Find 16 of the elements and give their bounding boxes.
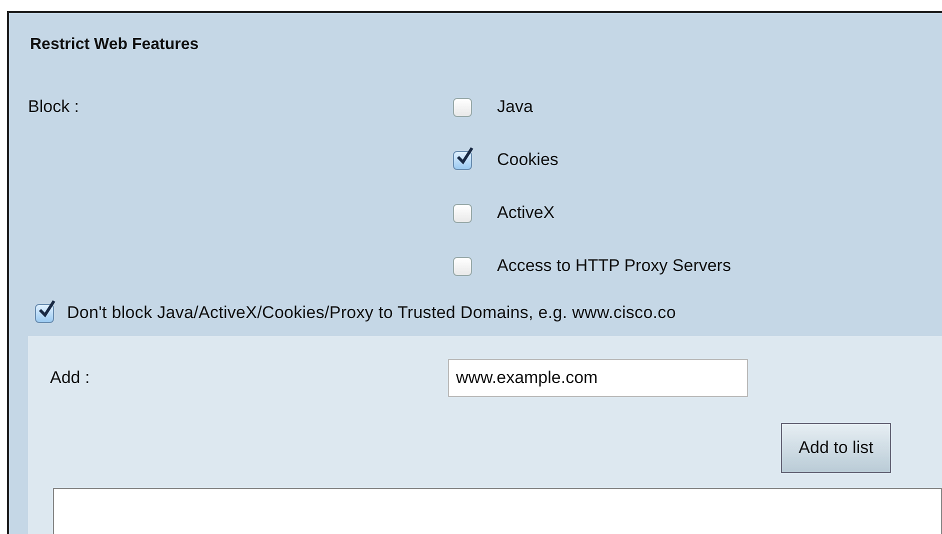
checkbox[interactable] bbox=[453, 98, 472, 116]
checkbox[interactable] bbox=[453, 256, 472, 276]
checkmark-icon bbox=[37, 300, 57, 320]
checkbox-label: ActiveX bbox=[497, 203, 555, 223]
section-title: Restrict Web Features bbox=[29, 35, 200, 54]
checkbox-label: Access to HTTP Proxy Servers bbox=[497, 256, 731, 276]
checkbox-label: Java bbox=[497, 97, 533, 117]
checkbox[interactable] bbox=[453, 204, 472, 222]
block-label: Block : bbox=[28, 97, 80, 118]
checkbox-label: Don't block Java/ActiveX/Cookies/Proxy to Trusted Domains, e.g. www.cisco.co bbox=[67, 303, 676, 323]
add-label: Add : bbox=[50, 368, 91, 388]
domain-list-box[interactable] bbox=[53, 488, 942, 534]
add-to-list-button[interactable]: Add to list bbox=[781, 423, 891, 473]
checkbox-label: Cookies bbox=[497, 150, 558, 170]
domain-input-field[interactable]: www.example.com bbox=[448, 359, 748, 397]
checkmark-icon bbox=[455, 146, 475, 166]
